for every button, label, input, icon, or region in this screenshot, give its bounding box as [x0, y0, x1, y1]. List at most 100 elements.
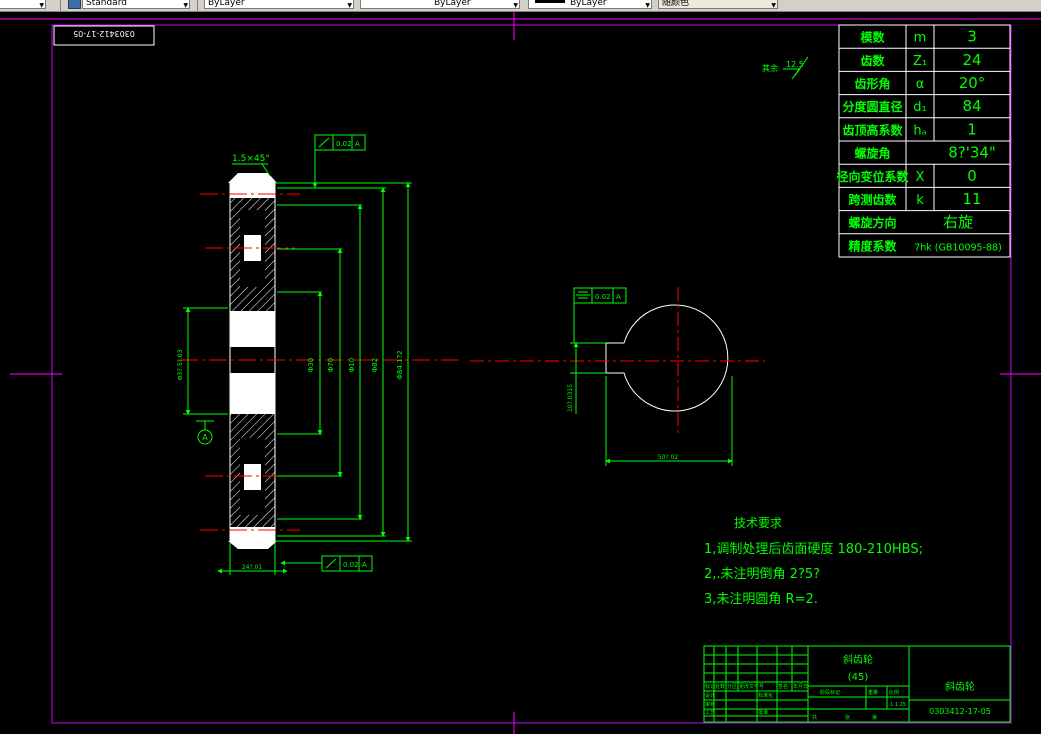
param-symbol: k: [916, 193, 924, 208]
scale: 1:1.25: [890, 702, 906, 708]
tolerance-frame-top: 0.02 A: [312, 134, 366, 188]
svg-text:A: A: [362, 561, 367, 569]
drawing-name: 斜齿轮: [945, 680, 975, 693]
header-weight: 重量: [868, 689, 878, 696]
web-bottom: [244, 464, 261, 490]
param-symbol: m: [914, 31, 927, 46]
dim-width: 24?.01: [242, 564, 263, 571]
param-symbol: d₁: [913, 100, 926, 115]
linetype-dropdown[interactable]: ByLayer ▼: [360, 0, 520, 9]
text-style-icon[interactable]: [68, 0, 81, 9]
header-docno: 更改文件号: [739, 683, 764, 690]
color-dropdown[interactable]: ByLayer ▼: [204, 0, 354, 9]
param-value: 8?'34": [948, 144, 996, 162]
param-value: 84: [962, 97, 981, 115]
title-block-headers: 标记 处数 分区 更改文件号 签名 年月日 设计 标准化 审核 工艺 批准 阶段…: [705, 683, 899, 721]
param-row: 螺旋方向 右旋: [848, 213, 973, 231]
dim-bore-left: Φ37.5?.03: [177, 349, 184, 380]
header-no: 第: [872, 714, 877, 721]
chevron-down-icon: ▼: [39, 2, 44, 9]
requirement-line-2: 2,.未注明倒角 2?5?: [704, 567, 820, 582]
roughness-value: 12.5: [786, 60, 804, 69]
datum-symbol: A: [196, 420, 214, 445]
chevron-down-icon: ▼: [347, 2, 352, 9]
tolerance-frame-key: 0.02 A: [573, 287, 627, 343]
toolbar-separator: [60, 0, 61, 11]
header-review: 审核: [705, 701, 715, 708]
svg-text:0.02: 0.02: [336, 140, 352, 148]
lineweight-swatch: [535, 0, 565, 3]
svg-text:A: A: [616, 293, 621, 301]
gear-section-view: [228, 173, 277, 549]
param-row: 径向变位系数 X 0: [836, 164, 977, 188]
param-name: 模数: [860, 30, 885, 45]
requirement-line-3: 3,未注明圆角 R=2.: [704, 592, 818, 607]
param-symbol: α: [916, 77, 925, 92]
lineweight-dropdown[interactable]: ByLayer ▼: [528, 0, 652, 9]
svg-text:0.02: 0.02: [343, 561, 359, 569]
header-designer: 设计: [705, 692, 715, 699]
text-style-dropdown[interactable]: Standard ▼: [82, 0, 190, 9]
param-name: 分度圆直径: [842, 99, 902, 114]
param-row: 螺旋角 8?'34": [854, 141, 996, 165]
param-value: 7hk (GB10095-88): [914, 242, 1002, 253]
prev-dropdown[interactable]: ▼: [0, 0, 46, 9]
part-name: 斜齿轮: [843, 653, 873, 666]
drawing-canvas[interactable]: 0303412-17-05 其余 12.5 1.5×45° 0.02 A Φ30…: [0, 11, 1041, 734]
dim-d2: Φ70: [327, 358, 335, 372]
param-row: 精度系数 7hk (GB10095-88): [848, 238, 1001, 253]
chevron-down-icon: ▼: [183, 2, 188, 9]
chamfer-label: 1.5×45°: [232, 154, 270, 164]
color-value: ByLayer: [208, 0, 245, 8]
diameter-dimensions: [275, 182, 412, 542]
header-mark: 标记: [705, 683, 715, 690]
text-style-value: Standard: [86, 0, 127, 8]
tooth-bottom-chamfer: [228, 541, 277, 549]
hatch-rim-bottom: [230, 515, 275, 527]
param-name: 齿顶高系数: [842, 122, 903, 137]
requirement-line-1: 1,调制处理后齿面硬度 180-210HBS;: [704, 541, 923, 557]
hatch-hub-bottom: [230, 414, 275, 438]
keyway-end-view: [470, 287, 765, 437]
param-row: 齿形角 α 20°: [854, 71, 986, 95]
dim-keyway-width: 10?.0315: [567, 384, 574, 412]
param-name: 齿形角: [854, 76, 890, 91]
material: (45): [848, 672, 869, 683]
chevron-down-icon: ▼: [771, 2, 776, 9]
header-approve: 批准: [758, 709, 768, 716]
param-value: 右旋: [943, 213, 973, 231]
dim-d3: Φ10: [348, 358, 356, 372]
chevron-down-icon: ▼: [513, 2, 518, 9]
gear-parameter-table: 模数 m 3 齿数 Z₁ 24 齿形角 α 20° 分度圆直径 d₁ 84 齿顶高系数 hₐ 1 螺旋角 8?'…: [836, 24, 1011, 258]
param-symbol: hₐ: [913, 123, 926, 138]
param-symbol: Z₁: [913, 54, 927, 69]
header-total: 共: [812, 714, 817, 721]
dim-d4: Φ82: [371, 358, 379, 372]
linetype-value: ByLayer: [434, 0, 471, 8]
header-date: 年月日: [793, 683, 808, 690]
param-name: 径向变位系数: [836, 169, 909, 184]
header-sheet: 张: [845, 714, 850, 721]
hatch-rim-top: [230, 198, 275, 210]
runout-icon: [318, 137, 330, 148]
header-ratio: 比例: [889, 689, 899, 696]
param-row: 跨测齿数 k 11: [848, 187, 982, 211]
plotstyle-dropdown[interactable]: 随颜色 ▼: [658, 0, 778, 9]
param-name: 精度系数: [848, 238, 897, 253]
dim-keyway-depth: 50?.02: [658, 454, 679, 461]
header-sign: 签名: [778, 683, 788, 690]
tooth-top-chamfer: [228, 173, 277, 183]
param-value: 11: [962, 190, 981, 208]
dim-d5: Φ84.1?2: [396, 350, 404, 379]
header-zone: 分区: [727, 683, 737, 690]
roughness-label: 其余: [762, 63, 778, 73]
param-symbol: X: [916, 170, 925, 185]
chevron-down-icon: ▼: [645, 2, 650, 9]
toolbar-separator: [197, 0, 198, 11]
svg-text:A: A: [355, 140, 360, 148]
param-name: 跨测齿数: [848, 192, 897, 207]
svg-text:A: A: [202, 433, 208, 442]
param-value: 20°: [959, 74, 986, 92]
header-process: 工艺: [705, 710, 715, 716]
param-row: 齿数 Z₁ 24: [860, 48, 982, 72]
